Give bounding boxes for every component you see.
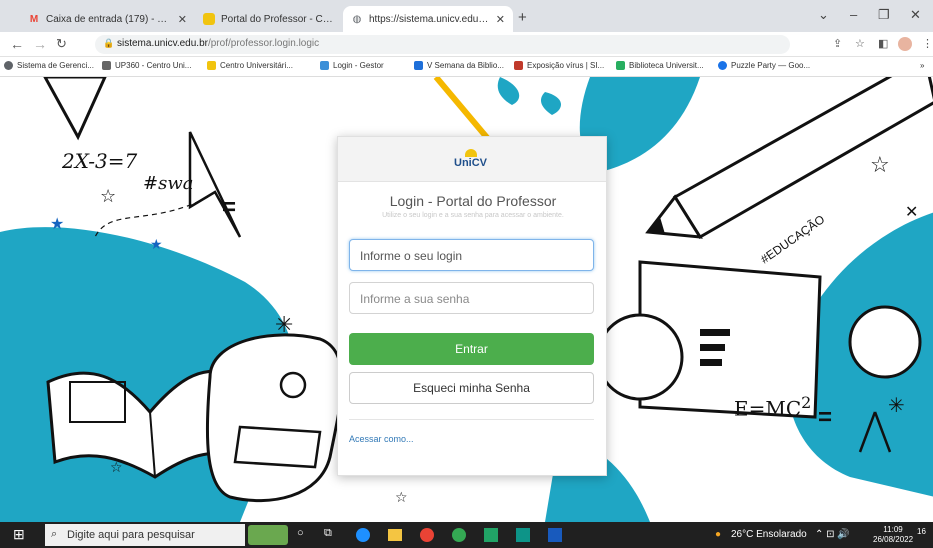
tray-icons[interactable]: ⌃ ⊡ 🔊 [815,529,850,540]
svg-text:✳: ✳ [275,313,293,338]
globe-icon: ◍ [352,13,362,25]
card-header: UniCV [338,137,606,182]
browser-window: M Caixa de entrada (179) - mara.co ✕ Por… [0,0,933,548]
login-card: UniCV Login - Portal do Professor Utiliz… [337,136,607,476]
forgot-password-button[interactable]: Esqueci minha Senha [349,372,594,404]
page-content: ☆ ★ ★ ☆ ✳ ✳ ✕ ☆ ☆ 2X-3=7 #swa = = #EDUCA… [0,77,933,522]
bookmark-item[interactable]: UP360 - Centro Uni... [102,61,191,70]
svg-text:★: ★ [50,214,64,233]
unicv-icon [203,13,215,25]
search-icon: ⌕ [51,528,58,540]
hashtag-doodle: #swa [143,173,194,194]
bookmark-item[interactable]: Centro Universitári... [207,61,293,70]
chrome-profile-icon[interactable] [452,528,466,542]
profile-avatar[interactable] [898,37,912,51]
restore-button[interactable]: ❐ [878,7,890,23]
login-title: Login - Portal do Professor [389,193,557,209]
bookmark-item[interactable]: Sistema de Gerenci... [4,61,94,70]
svg-text:✕: ✕ [905,202,918,221]
backpack [205,333,344,503]
divider [349,419,594,420]
svg-text:☆: ☆ [395,490,408,506]
bookmark-item[interactable]: Puzzle Party — Goo... [718,61,810,70]
taskbar: ⊞ ⌕ Digite aqui para pesquisar ○ ⧉ ● 26°… [0,522,933,548]
svg-text:★: ★ [150,237,163,253]
new-tab-button[interactable]: + [518,9,527,26]
taskbar-search[interactable]: ⌕ Digite aqui para pesquisar [45,524,245,546]
cortana-icon[interactable]: ○ [297,527,304,539]
chrome-icon[interactable] [420,528,434,542]
svg-text:☆: ☆ [110,460,123,476]
pencil-body [672,77,933,240]
svg-text:✳: ✳ [888,393,905,417]
more-bookmarks-icon[interactable]: » [920,61,924,70]
tab-label: Caixa de entrada (179) - mara.co [46,13,172,25]
bookmark-item[interactable]: Exposição vírus | SI... [514,61,604,70]
close-icon[interactable]: ✕ [496,13,505,26]
tab-portal[interactable]: Portal do Professor - Centro Uni [195,6,343,32]
bookmark-item[interactable]: V Semana da Biblio... [414,61,504,70]
tab-label: https://sistema.unicv.edu.br/prof [369,13,490,25]
close-icon[interactable]: ✕ [178,13,187,26]
menu-icon[interactable]: ⋮ [922,37,933,50]
entrar-button[interactable]: Entrar [349,333,594,365]
back-icon[interactable]: ← [10,36,24,52]
tab-gmail[interactable]: M Caixa de entrada (179) - mara.co ✕ [20,6,195,32]
gmail-icon: M [29,13,39,25]
weather-text[interactable]: 26°C Ensolarado [731,529,807,540]
minimize-button[interactable]: – [850,7,857,22]
notification-badge[interactable]: 16 [917,527,926,536]
tab-search-icon[interactable]: ⌄ [818,7,829,23]
address-bar: ← → ↻ 🔒 sistema.unicv.edu.br/prof/profes… [0,32,933,57]
password-input[interactable]: Informe a sua senha [349,282,594,314]
task-view-icon[interactable]: ⧉ [324,527,332,540]
equals-doodle: = [222,194,237,221]
lock-icon: 🔒 [103,38,115,48]
bookmarks-bar: Sistema de Gerenci... UP360 - Centro Uni… [0,57,933,77]
svg-text:☆: ☆ [870,153,890,178]
svg-text:☆: ☆ [100,186,116,207]
app-icon[interactable] [516,528,530,542]
equation-doodle: 2X-3=7 [62,149,138,173]
head [596,313,684,401]
edge-icon[interactable] [356,528,370,542]
url-field[interactable]: 🔒 sistema.unicv.edu.br/prof/professor.lo… [95,35,790,54]
url-domain: sistema.unicv.edu.br [117,38,208,49]
teal-drop [497,77,520,105]
bookmark-item[interactable]: Biblioteca Universit... [616,61,704,70]
windows-start-icon[interactable]: ⊞ [13,526,25,543]
sidepanel-icon[interactable]: ◧ [878,37,888,50]
weather-icon: ● [715,529,722,540]
login-subtitle: Utilize o seu login e a sua senha para a… [382,212,564,219]
clock[interactable]: 11:09 26/08/2022 [873,525,913,545]
close-window-button[interactable]: ✕ [910,7,921,23]
tab-bar: M Caixa de entrada (179) - mara.co ✕ Por… [0,0,933,32]
tab-sistema[interactable]: ◍ https://sistema.unicv.edu.br/prof ✕ [343,6,513,32]
word-icon[interactable] [548,528,562,542]
search-placeholder: Digite aqui para pesquisar [67,529,195,541]
bookmark-item[interactable]: Login - Gestor [320,61,384,70]
share-icon[interactable]: ⇪ [833,37,842,50]
search-highlight-image[interactable] [248,525,288,545]
unicv-logo: UniCV [451,149,493,175]
login-input[interactable]: Informe o seu login [349,239,594,271]
tab-label: Portal do Professor - Centro Uni [221,13,335,25]
globe [848,305,922,379]
equals-doodle: = [818,404,833,431]
access-as-link[interactable]: Acessar como... [349,434,414,444]
excel-icon[interactable] [484,528,498,542]
teal-drop [540,92,562,115]
url-path: /prof/professor.login.logic [207,38,320,49]
file-explorer-icon[interactable] [388,529,402,541]
formula-doodle: E=MC2 [734,393,812,421]
triangle-ruler [43,77,107,141]
forward-icon[interactable]: → [33,36,47,52]
reload-icon[interactable]: ↻ [56,36,67,52]
bookmark-star-icon[interactable]: ☆ [855,37,865,50]
